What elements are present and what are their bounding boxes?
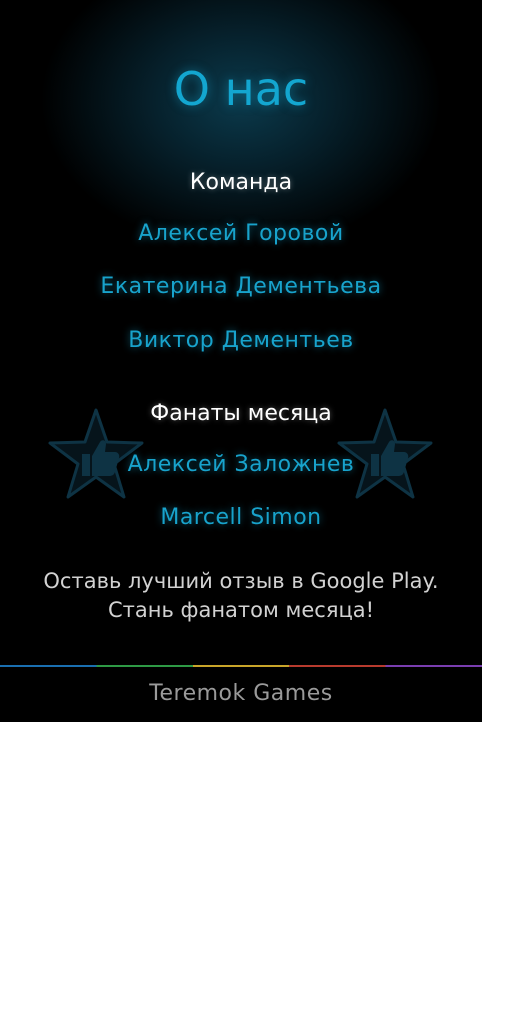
review-call-to-action: Оставь лучший отзыв в Google Play. Стань… [0,567,482,625]
developer-brand: Teremok Games [149,681,333,706]
team-member-name: Алексей Горовой [138,221,344,246]
cta-line-1: Оставь лучший отзыв в Google Play. [43,569,439,593]
cta-line-2: Стань фанатом месяца! [107,598,375,622]
fan-name: Алексей Заложнев [127,452,355,477]
about-screen: О нас Команда Алексей Горовой Екатерина … [0,0,482,722]
fans-heading: Фанаты месяца [150,401,332,426]
team-member-name: Виктор Дементьев [128,328,354,353]
team-heading: Команда [189,170,293,195]
page-title: О нас [173,62,309,116]
fan-name: Marcell Simon [160,505,322,530]
team-member-name: Екатерина Дементьева [100,274,382,299]
